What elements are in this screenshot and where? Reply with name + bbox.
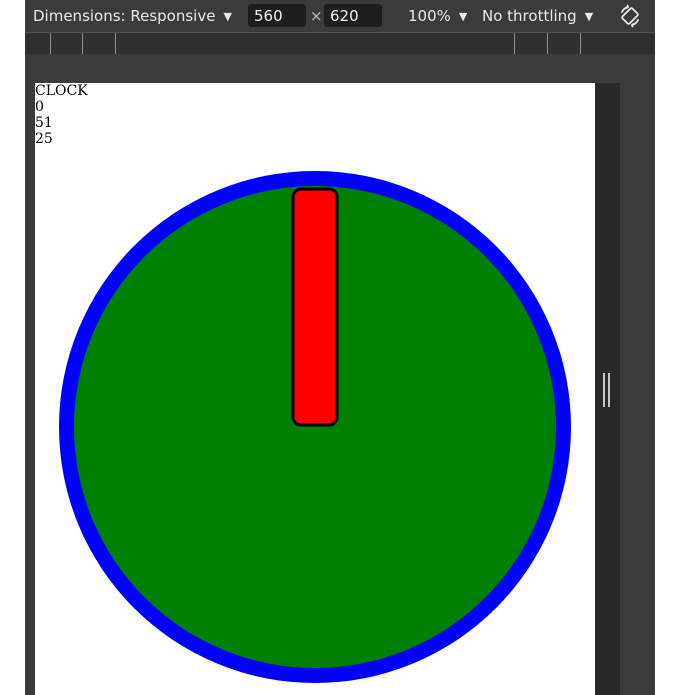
resize-handle[interactable] bbox=[603, 373, 610, 407]
ruler-tick bbox=[115, 33, 116, 55]
device-toolbar: Dimensions: Responsive ▼ × 100% ▼ No thr… bbox=[25, 0, 655, 32]
zoom-dropdown[interactable]: 100% ▼ bbox=[408, 0, 467, 32]
height-input[interactable] bbox=[324, 4, 382, 27]
ruler-tick bbox=[50, 33, 51, 55]
clock-hand bbox=[291, 187, 339, 427]
ruler-tick bbox=[547, 33, 548, 55]
throttling-label: No throttling bbox=[482, 7, 577, 25]
throttling-dropdown[interactable]: No throttling ▼ bbox=[482, 0, 593, 32]
chevron-down-icon: ▼ bbox=[458, 9, 468, 23]
ruler-tick bbox=[580, 33, 581, 55]
width-input[interactable] bbox=[248, 4, 306, 27]
dimension-separator: × bbox=[310, 7, 323, 25]
rendered-page: CLOCK 0 51 25 bbox=[35, 83, 595, 695]
media-query-ruler bbox=[25, 32, 655, 55]
dimensions-dropdown[interactable]: Dimensions: Responsive ▼ bbox=[33, 0, 232, 32]
chevron-down-icon: ▼ bbox=[223, 9, 232, 23]
rotate-device-icon[interactable] bbox=[617, 3, 643, 29]
ruler-tick bbox=[82, 33, 83, 55]
devtools-responsive-window: Dimensions: Responsive ▼ × 100% ▼ No thr… bbox=[0, 0, 680, 695]
ruler-tick bbox=[514, 33, 515, 55]
resize-grip-line bbox=[608, 373, 610, 407]
dimensions-label: Dimensions: Responsive bbox=[33, 7, 216, 25]
resize-grip-line bbox=[603, 373, 605, 407]
zoom-label: 100% bbox=[408, 7, 451, 25]
chevron-down-icon: ▼ bbox=[584, 9, 594, 23]
clock-canvas bbox=[59, 171, 571, 683]
